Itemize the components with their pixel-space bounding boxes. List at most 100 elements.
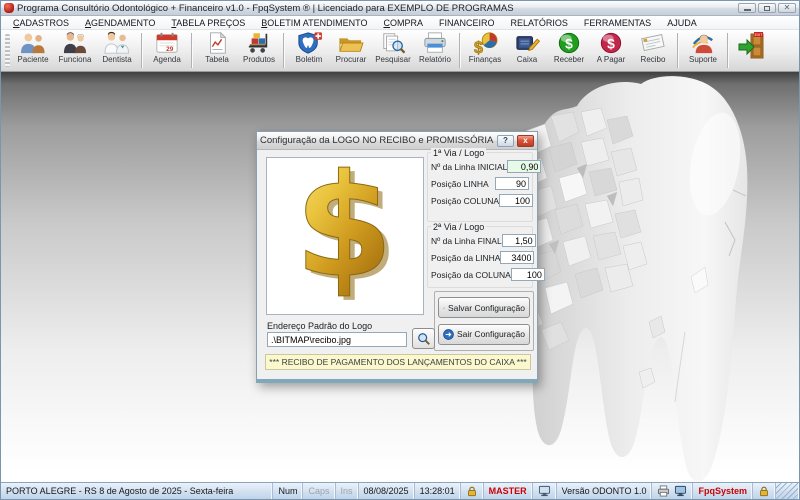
close-button[interactable]: ✕ — [778, 3, 796, 13]
linha-final-input[interactable] — [502, 234, 536, 247]
status-pc-panel — [533, 483, 557, 499]
toolbar-agenda-button[interactable]: 29 Agenda — [146, 30, 188, 71]
field-label: Posição LINHA — [431, 179, 489, 189]
exit-door-icon: EXIT — [737, 31, 769, 61]
status-date: 08/08/2025 — [359, 483, 415, 499]
browse-logo-button[interactable] — [412, 328, 435, 349]
linha-inicial-input[interactable] — [507, 160, 541, 173]
toolbar-a-pagar-button[interactable]: $ A Pagar — [590, 30, 632, 71]
toolbar-label: Caixa — [517, 55, 537, 64]
minimize-button[interactable] — [738, 3, 756, 13]
menu-tabela-precos[interactable]: TABELA PREÇOS — [163, 18, 253, 28]
posicao-coluna2-input[interactable] — [511, 268, 545, 281]
toolbar-label: Procurar — [336, 55, 367, 64]
staff-icon — [60, 31, 90, 55]
printer-icon — [657, 485, 670, 497]
logo-path-input[interactable] — [267, 332, 407, 347]
exit-config-button[interactable]: Sair Configuração — [438, 324, 530, 345]
dialog-help-button[interactable]: ? — [497, 135, 514, 147]
toolbar-boletim-button[interactable]: Boletim — [288, 30, 330, 71]
toolbar-recibo-button[interactable]: Recibo — [632, 30, 674, 71]
toolbar-label: Funciona — [59, 55, 92, 64]
via1-group: 1ª Via / Logo Nº da Linha INICIAL Posiçã… — [427, 152, 533, 222]
toolbar-dentista-button[interactable]: Dentista — [96, 30, 138, 71]
open-folder-icon — [336, 31, 366, 55]
toolbar-label: Suporte — [689, 55, 717, 64]
menu-ajuda[interactable]: AJUDA — [659, 18, 705, 28]
magnifier-icon — [417, 332, 431, 346]
toolbar-label: Tabela — [205, 55, 229, 64]
toolbar-exit-button[interactable]: EXIT — [732, 30, 774, 71]
toolbar-suporte-button[interactable]: Suporte — [682, 30, 724, 71]
red-dollar-icon: $ — [596, 31, 626, 55]
save-config-label: Salvar Configuração — [448, 303, 525, 313]
toolbar-tabela-button[interactable]: Tabela — [196, 30, 238, 71]
field-label: Posição COLUNA — [431, 196, 499, 206]
toolbar-funcionario-button[interactable]: Funciona — [54, 30, 96, 71]
status-devices-panel — [652, 483, 693, 499]
toolbar-label: Receber — [554, 55, 584, 64]
toolbar-produtos-button[interactable]: Produtos — [238, 30, 280, 71]
menu-boletim-atendimento[interactable]: BOLETIM ATENDIMENTO — [253, 18, 375, 28]
status-version: Versão ODONTO 1.0 — [557, 483, 653, 499]
toolbar: Paciente Funciona Dentista 29 Agenda Tab… — [1, 30, 799, 72]
toolbar-separator — [191, 33, 193, 68]
menu-relatorios[interactable]: RELATÓRIOS — [502, 18, 575, 28]
svg-text:$: $ — [607, 36, 615, 52]
receipt-icon — [638, 31, 668, 55]
status-capslock: Caps — [303, 483, 335, 499]
tooth-shield-icon — [294, 31, 324, 55]
posicao-coluna1-input[interactable] — [499, 194, 533, 207]
toolbar-grip — [5, 34, 10, 67]
toolbar-label: Paciente — [17, 55, 48, 64]
receipt-banner: *** RECIBO DE PAGAMENTO DOS LANÇAMENTOS … — [265, 354, 531, 370]
window-title: Programa Consultório Odontológico + Fina… — [17, 3, 514, 14]
posicao-linha1-input[interactable] — [495, 177, 529, 190]
menu-ferramentas[interactable]: FERRAMENTAS — [576, 18, 659, 28]
search-documents-icon — [378, 31, 408, 55]
menubar: CADASTROS AGENDAMENTO TABELA PREÇOS BOLE… — [1, 16, 799, 30]
menu-compra[interactable]: COMPRA — [375, 18, 431, 28]
status-lock-panel — [461, 483, 484, 499]
printer-report-icon — [420, 31, 450, 55]
maximize-button[interactable] — [758, 3, 776, 13]
logo-preview: $ $ — [266, 157, 424, 315]
dialog-buttons-group: Salvar Configuração Sair Configuração — [434, 291, 534, 351]
toolbar-label: Finanças — [469, 55, 501, 64]
save-config-button[interactable]: Salvar Configuração — [438, 297, 530, 318]
toolbar-separator — [283, 33, 285, 68]
support-icon — [688, 31, 718, 55]
menu-financeiro[interactable]: FINANCEIRO — [431, 18, 503, 28]
status-location-date: PORTO ALEGRE - RS 8 de Agosto de 2025 - … — [1, 483, 273, 499]
status-numlock: Num — [273, 483, 303, 499]
field-label: Posição da LINHA — [431, 253, 500, 263]
menu-agendamento[interactable]: AGENDAMENTO — [77, 18, 163, 28]
menu-cadastros[interactable]: CADASTROS — [5, 18, 77, 28]
posicao-linha2-input[interactable] — [500, 251, 534, 264]
toolbar-label: Recibo — [641, 55, 666, 64]
statusbar: PORTO ALEGRE - RS 8 de Agosto de 2025 - … — [1, 482, 799, 499]
check-icon — [443, 302, 445, 314]
via2-group-title: 2ª Via / Logo — [431, 222, 486, 232]
padlock-icon — [758, 485, 770, 497]
toolbar-receber-button[interactable]: $ Receber — [548, 30, 590, 71]
toolbar-caixa-button[interactable]: Caixa — [506, 30, 548, 71]
exit-config-label: Sair Configuração — [457, 329, 525, 339]
toolbar-label: Boletim — [296, 55, 323, 64]
toolbar-pesquisar-button[interactable]: Pesquisar — [372, 30, 414, 71]
dialog-titlebar[interactable]: Configuração da LOGO NO RECIBO e PROMISS… — [257, 132, 537, 150]
toolbar-procurar-button[interactable]: Procurar — [330, 30, 372, 71]
resize-grip[interactable] — [776, 483, 799, 499]
titlebar: Programa Consultório Odontológico + Fina… — [1, 1, 799, 16]
toolbar-separator — [677, 33, 679, 68]
field-label: Posição da COLUNA — [431, 270, 511, 280]
toolbar-relatorio-button[interactable]: Relatório — [414, 30, 456, 71]
field-label: Nº da Linha FINAL — [431, 236, 502, 246]
toolbar-label: A Pagar — [597, 55, 625, 64]
toolbar-paciente-button[interactable]: Paciente — [12, 30, 54, 71]
products-cart-icon — [244, 31, 274, 55]
receipt-banner-text: *** RECIBO DE PAGAMENTO DOS LANÇAMENTOS … — [269, 357, 526, 367]
dialog-close-button[interactable]: x — [517, 135, 534, 147]
monitor-icon — [674, 485, 687, 497]
toolbar-financas-button[interactable]: $ Finanças — [464, 30, 506, 71]
